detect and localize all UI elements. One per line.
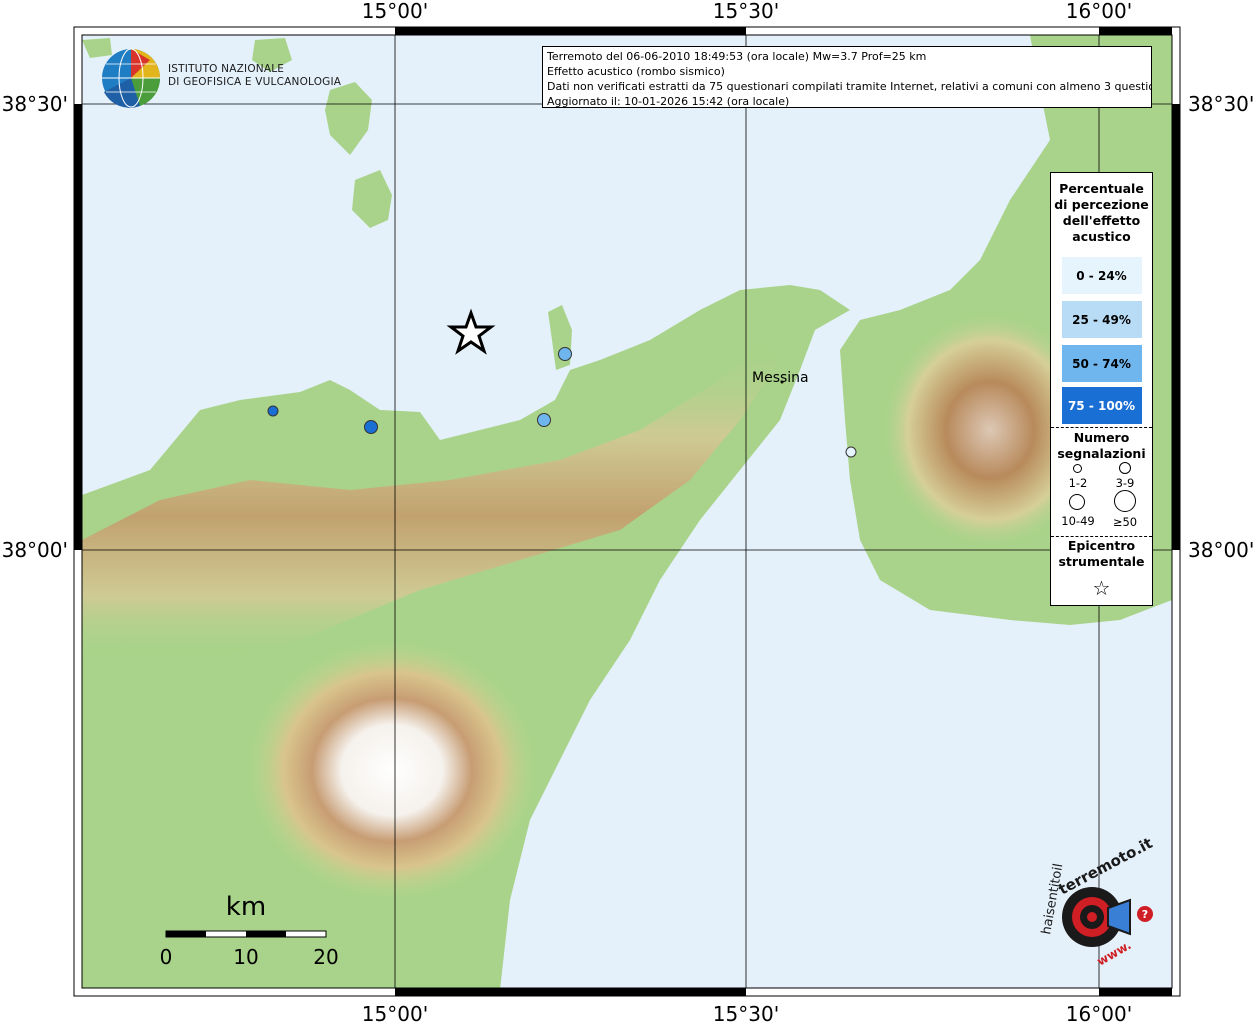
etna-relief [247,640,537,900]
coord-bottom-1: 15°00' [362,1002,428,1024]
legend-epicenter-title: Epicentro strumentale [1058,538,1145,569]
scale-tick-0: 0 [160,945,173,969]
ingv-logo-icon [102,48,161,108]
legend-divider [1051,427,1152,428]
ingv-logo-line2: DI GEOFISICA E VULCANOLOGIA [168,76,342,88]
event-info-box: Terremoto del 06-06-2010 18:49:53 (ora l… [542,46,1152,108]
legend-class-2: 50 - 74% [1061,345,1142,382]
coord-bottom-3: 16°00' [1066,1002,1132,1024]
ingv-logo-line1: ISTITUTO NAZIONALE [168,63,285,75]
event-data-note: Dati non verificati estratti da 75 quest… [547,80,1152,93]
observation-point [537,413,551,427]
coord-top-2: 15°30' [713,0,779,23]
scale-tick-20: 20 [313,945,338,969]
event-effect: Effetto acustico (rombo sismico) [547,65,725,78]
count-label-1-2: 1-2 [1068,476,1088,490]
legend-class-3-label: 75 - 100% [1067,398,1136,413]
observation-point [364,420,378,434]
count-symbol-1-2 [1073,464,1082,473]
event-updated: Aggiornato il: 10-01-2026 15:42 (ora loc… [547,95,790,108]
count-symbol-50 [1114,490,1136,512]
legend-count-symbols: 1-2 3-9 10-49 ≥50 [1051,462,1152,536]
event-title: Terremoto del 06-06-2010 18:49:53 (ora l… [547,50,927,63]
city-label-messina: Messina [752,370,809,386]
legend-divider [1051,536,1152,537]
legend-star-icon: ☆ [1092,576,1111,600]
legend-count-title: Numero segnalazioni [1057,430,1146,461]
observation-point [845,446,857,458]
scale-tick-10: 10 [233,945,258,969]
observation-point [267,405,279,417]
legend: Percentuale di percezione dell'effetto a… [1050,172,1153,606]
coord-bottom-2: 15°30' [713,1002,779,1024]
svg-text:?: ? [1142,908,1148,921]
coord-top-3: 16°00' [1066,0,1132,23]
legend-class-1-label: 25 - 49% [1072,312,1131,327]
count-label-10-49: 10-49 [1061,514,1095,528]
legend-class-0-label: 0 - 24% [1076,268,1127,283]
legend-class-0: 0 - 24% [1061,257,1142,294]
city-marker [780,380,784,384]
legend-title: Percentuale di percezione dell'effetto a… [1054,181,1149,244]
observation-point [558,347,572,361]
count-label-50: ≥50 [1112,515,1138,529]
legend-class-2-label: 50 - 74% [1072,356,1131,371]
ingv-logo-text: ISTITUTO NAZIONALE DI GEOFISICA E VULCAN… [168,63,341,89]
legend-class-3: 75 - 100% [1061,387,1142,424]
count-symbol-10-49 [1069,494,1085,510]
coord-top-1: 15°00' [362,0,428,23]
count-label-3-9: 3-9 [1115,476,1135,490]
coord-left-1: 38°30' [2,92,68,116]
count-symbol-3-9 [1119,462,1131,474]
scale-unit: km [226,892,266,922]
coord-right-2: 38°00' [1188,538,1254,562]
legend-class-1: 25 - 49% [1061,301,1142,338]
coord-left-2: 38°00' [2,538,68,562]
coord-right-1: 38°30' [1188,92,1254,116]
